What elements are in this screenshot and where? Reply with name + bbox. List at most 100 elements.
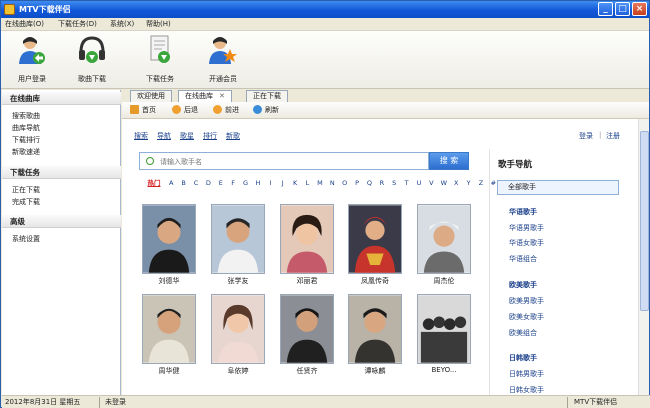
scrollbar-thumb[interactable] [640,131,649,311]
letter-h[interactable]: H [252,179,264,187]
chinese-groups[interactable]: 华语组合 [509,254,537,264]
category-link-ranking[interactable]: 排行 [203,131,217,141]
artist-card[interactable]: BEYO... [417,294,471,380]
western-female-singers[interactable]: 欧美女歌手 [509,312,544,322]
online-library-page: 搜索 导航 歌星 排行 新歌 登录 | 注册 搜 索 热门ABCDEFGHIJK… [122,119,638,395]
artist-card[interactable]: 周华健 [142,294,196,380]
sidebar-section-download-tasks[interactable]: 下载任务 [2,166,121,179]
letter-w[interactable]: W [438,179,450,187]
letter-q[interactable]: Q [363,179,375,187]
tab-close-icon[interactable]: ✕ [219,92,225,100]
letter-p[interactable]: P [351,179,363,187]
sidebar-item-settings[interactable]: 系统设置 [12,234,40,244]
menu-bar: 在线曲库(O) 下载任务(D) 系统(X) 帮助(H) [1,18,649,31]
sidebar-item-library-nav[interactable]: 曲库导航 [12,123,40,133]
category-link-search[interactable]: 搜索 [134,131,148,141]
letter-x[interactable]: X [450,179,462,187]
chinese-female-singers[interactable]: 华语女歌手 [509,238,544,248]
artist-card[interactable]: 刘德华 [142,204,196,290]
letter-t[interactable]: T [400,179,412,187]
register-link[interactable]: 注册 [606,131,620,141]
refresh-button[interactable]: 刷新 [253,105,279,115]
letter-v[interactable]: V [425,179,437,187]
home-button[interactable]: 首页 [130,105,156,115]
minimize-button[interactable]: _ [598,2,613,16]
artist-card[interactable]: 任贤齐 [280,294,334,380]
letter-e[interactable]: E [215,179,227,187]
sidebar-item-completed[interactable]: 完成下载 [12,197,40,207]
group-western-singers[interactable]: 欧美歌手 [509,280,537,290]
download-task-icon [150,35,170,63]
search-button[interactable]: 搜 索 [429,152,469,170]
singer-search-box[interactable] [139,152,429,170]
open-membership-button[interactable]: 开通会员 [198,35,248,87]
letter-a[interactable]: A [165,179,177,187]
artist-card[interactable]: 邓丽君 [280,204,334,290]
artist-card[interactable]: 凤凰传奇 [348,204,402,290]
singer-search-input[interactable] [160,155,360,168]
sidebar-item-search-songs[interactable]: 搜索歌曲 [12,111,40,121]
letter-i[interactable]: I [264,179,276,187]
login-link[interactable]: 登录 [579,131,593,141]
download-task-button[interactable]: 下载任务 [135,35,185,87]
letter-m[interactable]: M [314,179,326,187]
artist-card[interactable]: 谭咏麟 [348,294,402,380]
close-button[interactable]: × [632,2,647,16]
maximize-button[interactable]: □ [615,2,630,16]
sidebar-section-online-library[interactable]: 在线曲库 [2,92,121,105]
tab-online-library[interactable]: 在线曲库 ✕ [178,90,232,102]
letter-z[interactable]: Z [475,179,487,187]
jk-male-singers[interactable]: 日韩男歌手 [509,369,544,379]
letter-g[interactable]: G [239,179,251,187]
artist-card[interactable]: 周杰伦 [417,204,471,290]
group-chinese-singers[interactable]: 华语歌手 [509,207,537,217]
letter-b[interactable]: B [177,179,189,187]
menu-online-library[interactable]: 在线曲库(O) [5,19,44,29]
letter-l[interactable]: L [301,179,313,187]
forward-icon [213,105,222,114]
sidebar-item-new-songs[interactable]: 新歌速递 [12,147,40,157]
letter-f[interactable]: F [227,179,239,187]
artist-name: 阜依婷 [227,367,249,375]
letter-j[interactable]: J [277,179,289,187]
letter-c[interactable]: C [190,179,202,187]
letter-d[interactable]: D [202,179,214,187]
song-download-button[interactable]: 歌曲下载 [67,35,117,87]
letter-s[interactable]: S [388,179,400,187]
letter-hot[interactable]: 热门 [143,177,165,187]
artist-photo [417,204,471,274]
menu-help[interactable]: 帮助(H) [146,19,171,29]
sidebar-item-downloading[interactable]: 正在下载 [12,185,40,195]
member-star-icon [209,37,237,64]
chinese-male-singers[interactable]: 华语男歌手 [509,223,544,233]
letter-k[interactable]: K [289,179,301,187]
western-groups[interactable]: 欧美组合 [509,328,537,338]
title-bar[interactable]: MTV下载伴侣 _ □ × [1,1,649,18]
letter-r[interactable]: R [376,179,388,187]
all-singers-item[interactable]: 全部歌手 [497,180,619,195]
letter-y[interactable]: Y [462,179,474,187]
jk-female-singers[interactable]: 日韩女歌手 [509,385,544,395]
tab-downloading[interactable]: 正在下载 [246,90,288,102]
category-link-nav[interactable]: 导航 [157,131,171,141]
artist-card[interactable]: 阜依婷 [211,294,265,380]
artist-name: 周华健 [158,367,180,375]
western-male-singers[interactable]: 欧美男歌手 [509,296,544,306]
sidebar-section-advanced[interactable]: 高级 [2,215,121,228]
forward-button[interactable]: 前进 [213,105,239,115]
artist-card[interactable]: 张学友 [211,204,265,290]
category-link-singers[interactable]: 歌星 [180,131,194,141]
artist-name: 任贤齐 [296,367,318,375]
tab-welcome[interactable]: 欢迎使用 [130,90,172,102]
group-jk-singers[interactable]: 日韩歌手 [509,353,537,363]
letter-n[interactable]: N [326,179,338,187]
letter-o[interactable]: O [338,179,350,187]
user-login-button[interactable]: 用户登录 [7,35,57,87]
category-link-new[interactable]: 新歌 [226,131,240,141]
vertical-scrollbar[interactable] [638,119,649,395]
menu-download-tasks[interactable]: 下载任务(D) [58,19,97,29]
back-button[interactable]: 后退 [172,105,198,115]
letter-u[interactable]: U [413,179,425,187]
sidebar-item-download-ranking[interactable]: 下载排行 [12,135,40,145]
menu-system[interactable]: 系统(X) [110,19,134,29]
